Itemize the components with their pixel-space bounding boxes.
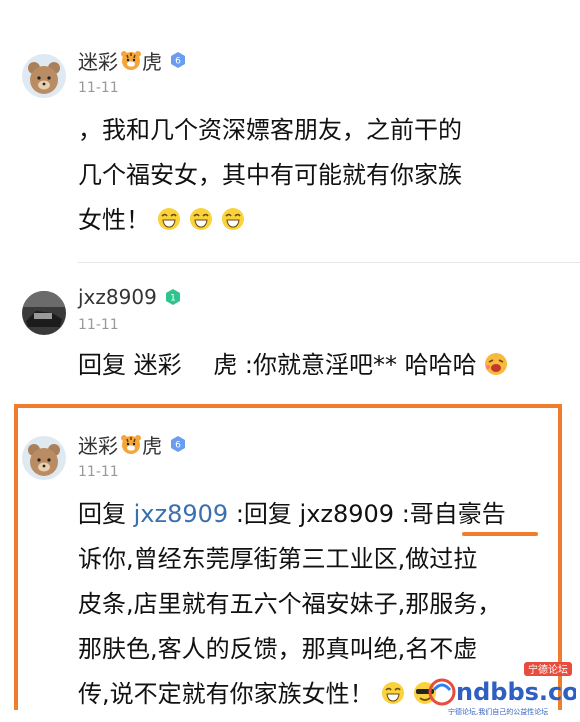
comment-text: 回复 迷彩 虎 :你就意淫吧** 哈哈哈: [78, 343, 568, 388]
comment-line: 回复 迷彩 虎 :你就意淫吧** 哈哈哈: [78, 351, 477, 379]
level-number: 1: [170, 294, 176, 304]
comment-line-last: 女性！: [78, 198, 558, 243]
comment-1: 迷彩 虎 6 11-11 ，我和几个资深嫖客朋友，之前干的 几个福安女，其中有可…: [0, 0, 580, 262]
level-badge-icon: 6: [170, 51, 186, 69]
comment-line: 皮条,店里就有五六个福安妹子,那服务，: [78, 590, 502, 618]
username-row: 迷彩 虎 6: [78, 46, 186, 74]
level-number: 6: [175, 441, 181, 451]
username-suffix[interactable]: 虎: [142, 430, 162, 459]
comment-line-text: 女性！: [78, 206, 150, 234]
mention-link[interactable]: jxz8909: [134, 500, 229, 528]
username[interactable]: 迷彩: [78, 430, 118, 459]
laugh-emoji-icon: [483, 347, 509, 375]
comment-line: 诉你,曾经东莞厚街第三工业区,做过拉: [78, 545, 478, 573]
level-badge-icon: 6: [170, 435, 186, 453]
level-number: 6: [175, 57, 181, 67]
bear-avatar[interactable]: [22, 54, 66, 98]
watermark-text: ndbbs.com: [456, 678, 576, 706]
username[interactable]: 迷彩: [78, 46, 118, 75]
tiger-icon: [120, 49, 142, 71]
grin-emoji-icon: [380, 676, 406, 704]
site-watermark: 宁德论坛 ndbbs.com 宁德论坛,我们自己的公益性论坛: [426, 660, 580, 718]
reply-prefix: 回复: [78, 500, 134, 528]
comment-date: 11-11: [78, 464, 119, 480]
username[interactable]: jxz8909: [78, 285, 157, 309]
highlight-underline: [462, 532, 538, 536]
comment-date: 11-11: [78, 80, 119, 96]
comment-line: ，我和几个资深嫖客朋友，之前干的: [78, 116, 462, 144]
comment-line-text: 传,说不定就有你家族女性！: [78, 680, 374, 708]
username-suffix[interactable]: 虎: [142, 46, 162, 75]
watermark-slogan: 宁德论坛,我们自己的公益性论坛: [448, 707, 548, 716]
grin-emoji-icon: [188, 202, 214, 230]
comment-2: jxz8909 1 11-11 回复 迷彩 虎 :你就意淫吧** 哈哈哈: [0, 263, 580, 393]
tiger-icon: [120, 433, 142, 455]
comment-line: 回复 jxz8909 :回复 jxz8909 :哥自豪告: [78, 492, 558, 537]
grin-emoji-icon: [156, 202, 182, 230]
comment-line-text: :回复 jxz8909 :哥自豪告: [228, 500, 506, 528]
comment-line: 几个福安女，其中有可能就有你家族: [78, 161, 462, 189]
user-avatar[interactable]: [22, 291, 66, 335]
level-badge-icon: 1: [165, 288, 181, 306]
bear-avatar[interactable]: [22, 436, 66, 480]
comment-text: ，我和几个资深嫖客朋友，之前干的 几个福安女，其中有可能就有你家族 女性！: [78, 108, 558, 243]
watermark-tag: 宁德论坛: [528, 663, 568, 676]
username-row: 迷彩 虎 6: [78, 430, 186, 458]
username-row: jxz8909 1: [78, 283, 181, 311]
grin-emoji-icon: [220, 202, 246, 230]
comment-date: 11-11: [78, 317, 119, 333]
